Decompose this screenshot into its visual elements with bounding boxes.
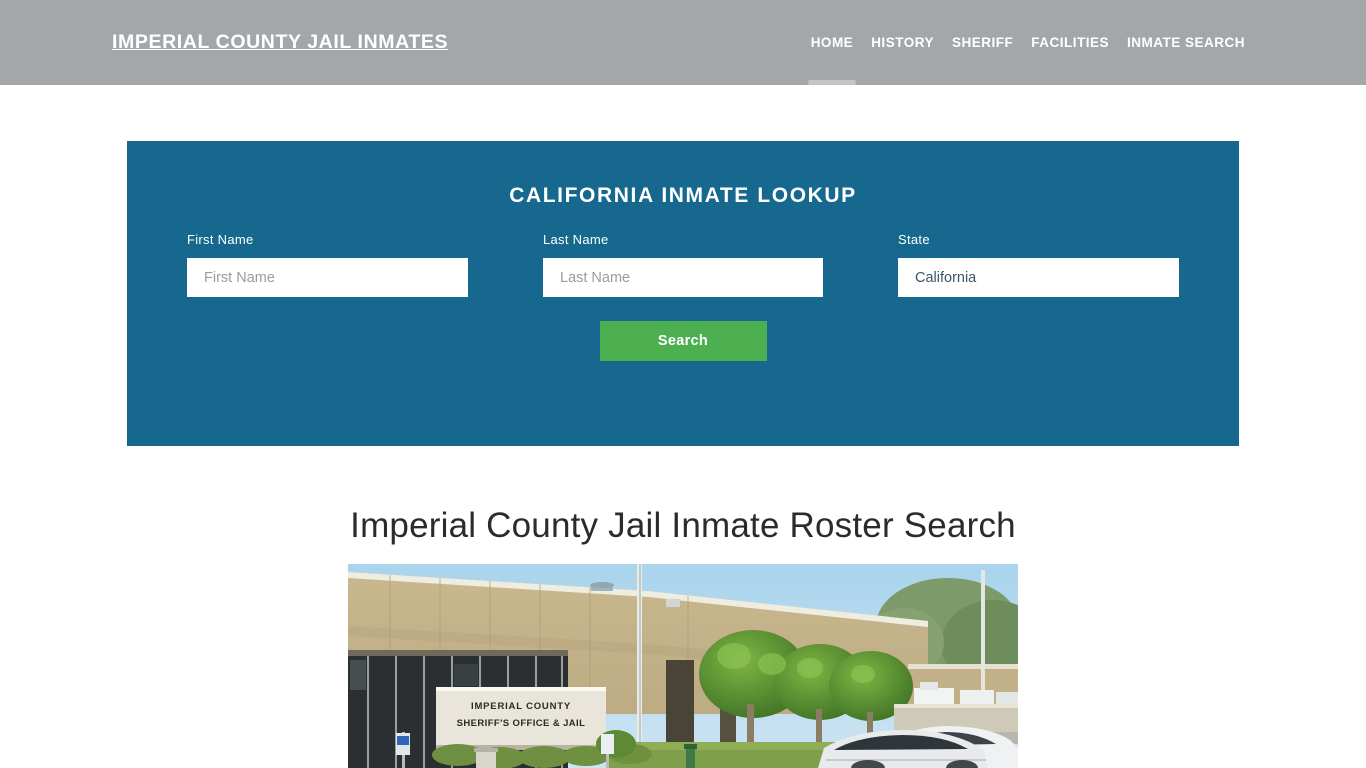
nav-item-history[interactable]: HISTORY [862, 34, 943, 52]
search-button-wrap: Search [127, 321, 1239, 361]
last-name-label: Last Name [543, 232, 609, 247]
facility-sign-line-1: IMPERIAL COUNTY [471, 701, 571, 712]
last-name-field-group: Last Name [543, 232, 823, 297]
nav-item-sheriff[interactable]: SHERIFF [943, 34, 1022, 52]
state-field-group: State California [898, 232, 1179, 297]
nav-item-inmate-search[interactable]: INMATE SEARCH [1118, 34, 1254, 52]
facility-sign-line-2: SHERIFF'S OFFICE & JAIL [457, 718, 586, 729]
site-logo[interactable]: IMPERIAL COUNTY JAIL INMATES [112, 31, 448, 54]
inmate-lookup-panel: CALIFORNIA INMATE LOOKUP First Name Last… [127, 141, 1239, 446]
page-title: Imperial County Jail Inmate Roster Searc… [350, 506, 1016, 545]
facility-photo: IMPERIAL COUNTY SHERIFF'S OFFICE & JAIL [348, 564, 1018, 768]
state-label: State [898, 232, 930, 247]
site-header: IMPERIAL COUNTY JAIL INMATES HOME HISTOR… [0, 0, 1366, 85]
first-name-field-group: First Name [187, 232, 468, 297]
nav-item-facilities[interactable]: FACILITIES [1022, 34, 1118, 52]
facility-photo-image: IMPERIAL COUNTY SHERIFF'S OFFICE & JAIL [348, 564, 1018, 768]
main-navigation: HOME HISTORY SHERIFF FACILITIES INMATE S… [802, 34, 1254, 52]
first-name-label: First Name [187, 232, 254, 247]
lookup-title: CALIFORNIA INMATE LOOKUP [509, 184, 857, 207]
state-select[interactable]: California [898, 258, 1179, 297]
nav-item-home[interactable]: HOME [802, 34, 863, 52]
search-button[interactable]: Search [599, 321, 767, 361]
first-name-input[interactable] [187, 258, 468, 297]
lookup-form-row: First Name Last Name State California [127, 232, 1239, 312]
last-name-input[interactable] [543, 258, 823, 297]
